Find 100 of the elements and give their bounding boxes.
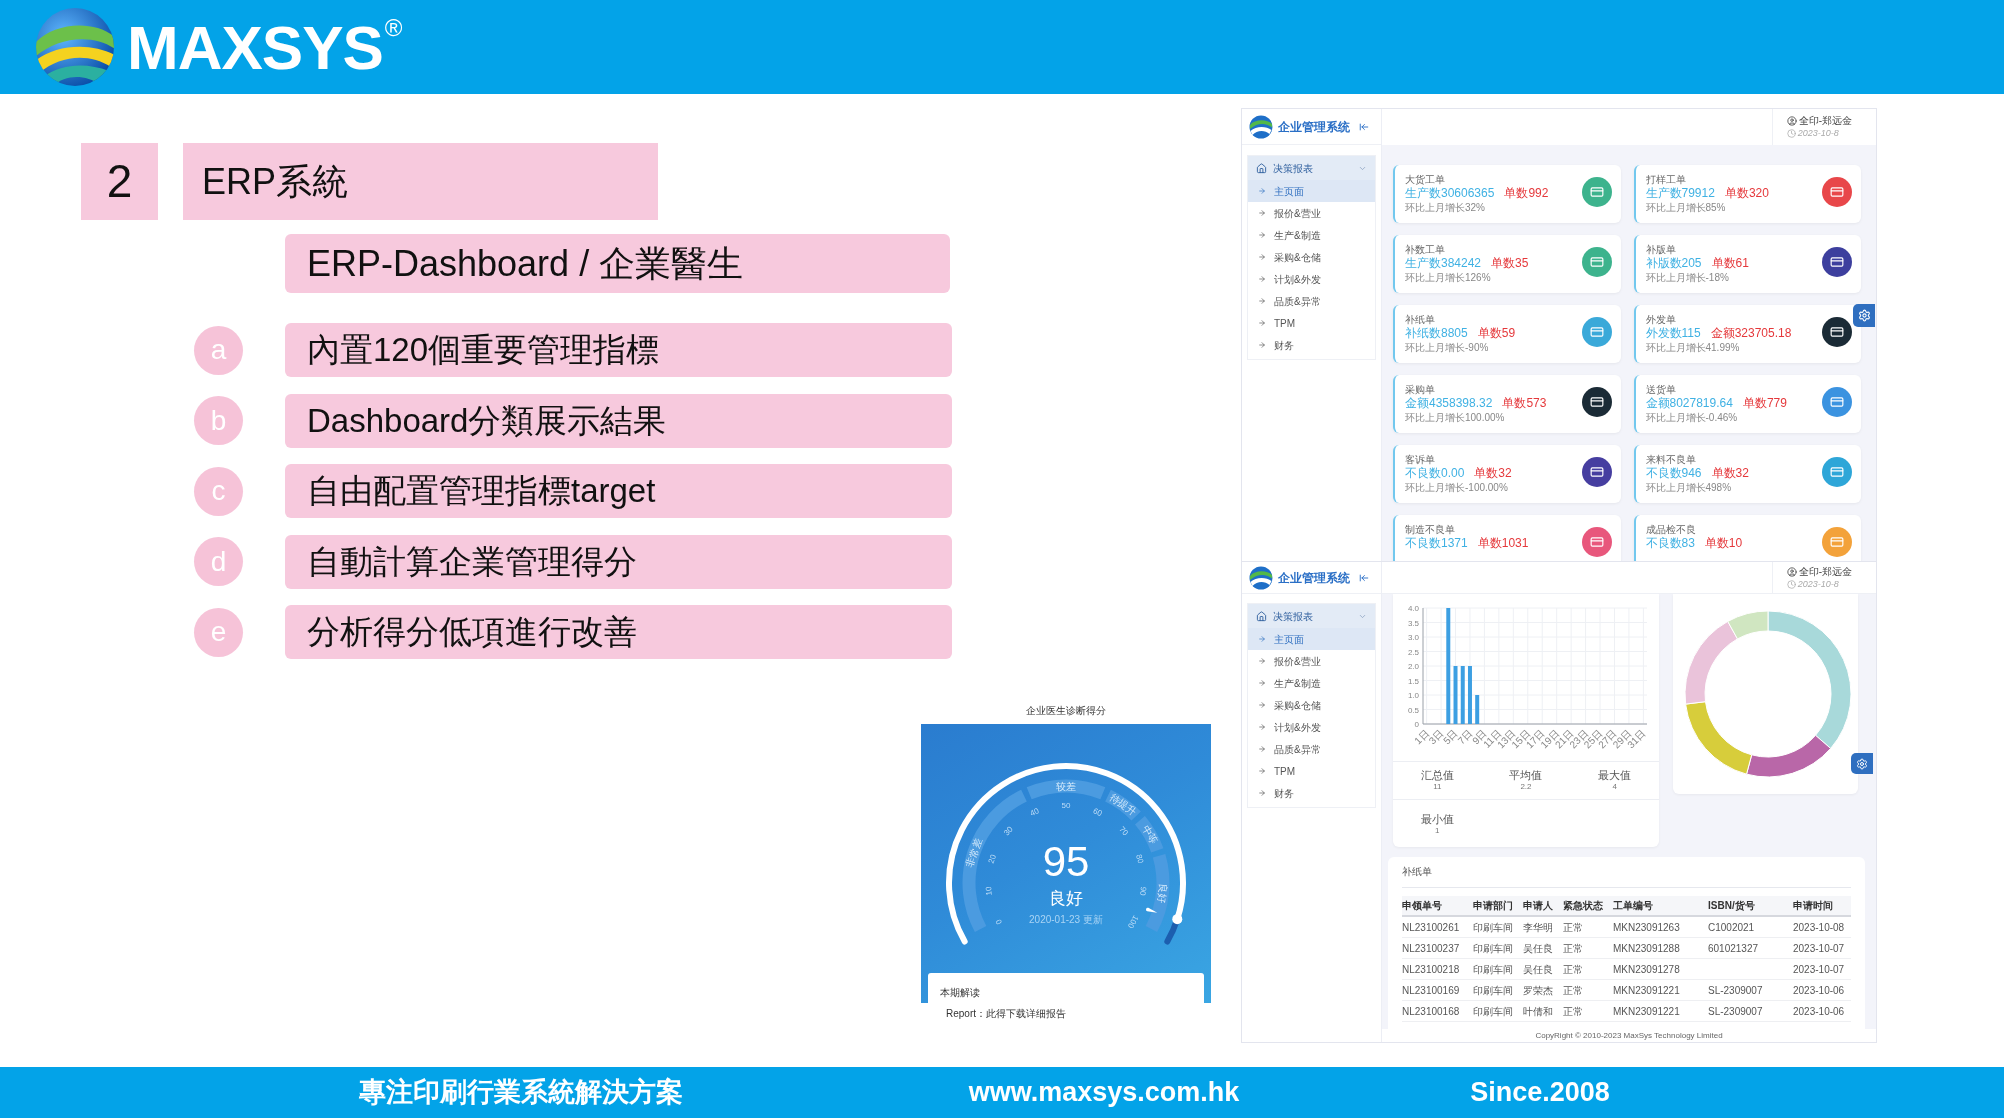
card-value: 不良数1371 (1405, 536, 1468, 551)
card-count: 单数35 (1491, 256, 1529, 271)
card-change: 环比上月增长126% (1405, 271, 1492, 284)
table-cell-text: NL23100218 (1402, 962, 1461, 976)
registered-mark: ® (384, 16, 403, 40)
axis-tick-label: 3.5 (1407, 618, 1419, 628)
arrow-right-icon (1258, 789, 1266, 797)
subtitle-banner: ERP-Dashboard / 企業醫生 (285, 234, 950, 293)
menu-item[interactable]: 主页面 (1248, 180, 1375, 202)
swirl-logo-icon (1249, 114, 1273, 139)
menu-item[interactable]: 主页面 (1248, 628, 1375, 650)
gauge-tick-label: 90 (1138, 886, 1148, 896)
card-value: 生产数79912 (1645, 186, 1715, 201)
arrow-right-icon (1258, 679, 1266, 687)
gauge-score: 95 (1042, 838, 1090, 885)
gauge-tick-label: 70 (1117, 824, 1130, 838)
website-url: www.maxsys.com.hk (968, 1077, 1240, 1108)
table-cell-text: NL23100237 (1402, 941, 1461, 955)
table-cell-text: 印刷车间 (1473, 962, 1514, 976)
arrow-right-icon (1258, 231, 1266, 239)
card-change: 环比上月增长32% (1405, 201, 1486, 214)
card-value: 生产数384242 (1405, 256, 1482, 271)
card-count: 单数992 (1504, 186, 1549, 201)
gauge-band-segment: 良好 (1145, 854, 1170, 932)
collapse-icon[interactable] (1359, 572, 1369, 583)
stat-label: 最小值 (1420, 813, 1454, 826)
axis-tick-label: 1.5 (1407, 676, 1419, 686)
card-count: 单数573 (1502, 396, 1547, 411)
axis-tick-label: 3.0 (1407, 633, 1419, 642)
needle-icon (1146, 907, 1158, 913)
date-text: 2023-10-8 (1797, 128, 1839, 139)
gauge-tick-label: 10 (984, 886, 994, 896)
card-title: 补纸单 (1405, 313, 1436, 326)
collapse-icon[interactable] (1359, 121, 1369, 132)
letter-marker: b (194, 396, 243, 445)
table-cell-text: 正常 (1563, 920, 1584, 934)
table-cell-text: 601021327 (1708, 941, 1760, 955)
menu-group[interactable]: 决策报表 (1248, 156, 1375, 180)
card-title: 成品检不良 (1645, 523, 1697, 536)
table-cell-text: 正常 (1563, 962, 1584, 976)
card-value: 不良数0.00 (1405, 466, 1465, 481)
card-value: 不良数946 (1645, 466, 1702, 481)
table-cell-text: 正常 (1563, 941, 1584, 955)
card-value: 外发数115 (1645, 326, 1701, 341)
arrow-right-icon (1258, 297, 1266, 305)
gauge-band-segment: 待提升 (1104, 789, 1141, 821)
app-name: 企业管理系统 (1278, 570, 1350, 585)
table-cell-text: MKN23091278 (1613, 962, 1681, 976)
column-header: 申请时间 (1793, 899, 1834, 912)
home-icon (1256, 610, 1267, 622)
arrow-right-icon (1258, 187, 1266, 195)
axis-tick-label: 1.0 (1407, 691, 1419, 700)
menu-group[interactable]: 决策报表 (1248, 604, 1375, 628)
card-count: 金额323705.18 (1710, 326, 1792, 341)
arrow-right-icon (1258, 635, 1266, 643)
card-count: 单数1031 (1477, 536, 1529, 551)
user-icon (1786, 566, 1797, 577)
column-header: 申请部门 (1473, 899, 1514, 912)
axis-tick-label: 0.5 (1407, 705, 1419, 715)
settings-button[interactable] (1853, 304, 1875, 327)
table-cell-text: 2023-10-06 (1793, 983, 1846, 997)
card-title: 采购单 (1405, 383, 1436, 396)
brand-name: MAXSYS (127, 16, 383, 80)
table-cell-text: C1002021 (1708, 920, 1756, 934)
chart-bar (1460, 666, 1465, 724)
gauge-tick-label: 100 (1125, 913, 1141, 930)
card-count: 单数320 (1724, 186, 1769, 201)
table-cell-text: SL-2309007 (1708, 983, 1764, 997)
arrow-right-icon (1258, 209, 1266, 217)
gauge-tick-label: 30 (1002, 824, 1015, 838)
arrow-right-icon (1258, 657, 1266, 665)
gauge-title: 企业医生诊断得分 (1026, 704, 1106, 717)
stat-value: 1 (1435, 826, 1440, 836)
table-cell-text: MKN23091221 (1613, 983, 1681, 997)
table-cell-text: NL23100168 (1402, 1004, 1461, 1018)
point-banner: Dashboard分類展示結果 (285, 393, 952, 448)
table-cell-text: MKN23091263 (1613, 920, 1681, 934)
table-cell-text: 吴任良 (1523, 941, 1554, 955)
report-text: Report：此得下载详细报告 (946, 1007, 1066, 1020)
table-cell-text: 正常 (1563, 1004, 1584, 1018)
section-title: ERP系統 (183, 143, 658, 220)
card-count: 单数59 (1477, 326, 1516, 341)
card-change: 环比上月增长-18% (1645, 271, 1730, 284)
settings-button[interactable] (1851, 753, 1873, 774)
arrow-right-icon (1258, 723, 1266, 731)
card-count: 单数32 (1711, 466, 1749, 481)
column-header: 申请人 (1523, 899, 1554, 912)
table-cell-text: 李华明 (1523, 920, 1554, 934)
stat-label: 汇总值 (1420, 769, 1454, 782)
axis-tick-label: 2.0 (1407, 662, 1419, 671)
column-header: 工单编号 (1613, 899, 1654, 912)
card-title: 来料不良单 (1645, 453, 1697, 466)
stat-value: 4 (1612, 782, 1617, 792)
card-count: 单数32 (1474, 466, 1512, 481)
card-title: 打样工单 (1645, 173, 1687, 186)
gauge-band-segment: 中等 (1134, 816, 1164, 853)
stat-value: 2.2 (1520, 782, 1532, 792)
card-title: 大货工单 (1405, 173, 1446, 186)
letter-marker: d (194, 537, 243, 586)
table-cell-text: 印刷车间 (1473, 1004, 1514, 1018)
